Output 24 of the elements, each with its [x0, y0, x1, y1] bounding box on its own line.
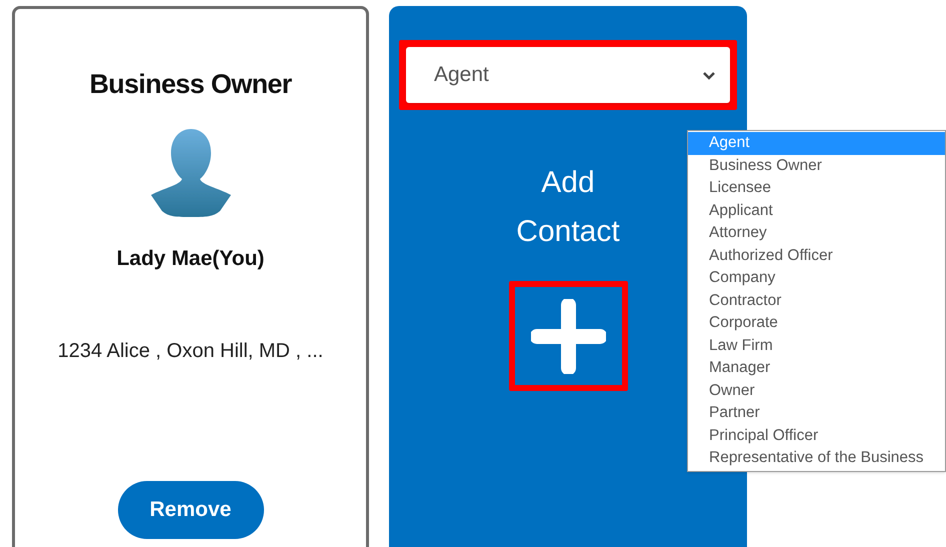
dropdown-option[interactable]: Manager: [688, 357, 945, 380]
card-title: Business Owner: [89, 68, 292, 101]
dropdown-option[interactable]: Licensee: [688, 177, 945, 200]
remove-button[interactable]: Remove: [118, 481, 264, 539]
plus-icon: [530, 298, 606, 374]
dropdown-option[interactable]: Partner: [688, 402, 945, 424]
dropdown-option[interactable]: Contractor: [688, 290, 945, 312]
dropdown-option[interactable]: Business Owner: [688, 154, 945, 177]
dropdown-option[interactable]: Representative of the Business: [688, 447, 945, 470]
chevron-down-icon: [702, 70, 716, 80]
dropdown-option[interactable]: Principal Officer: [688, 424, 945, 447]
dropdown-option[interactable]: Law Firm: [688, 334, 945, 357]
dropdown-option[interactable]: Owner: [688, 380, 945, 402]
dropdown-option[interactable]: Company: [688, 267, 945, 290]
contact-type-select[interactable]: Agent: [406, 47, 730, 103]
select-value: Agent: [434, 62, 489, 88]
dropdown-option[interactable]: Authorized Officer: [688, 244, 945, 267]
contact-address: 1234 Alice , Oxon Hill, MD , ...: [58, 339, 324, 364]
dropdown-option[interactable]: Attorney: [688, 222, 945, 244]
dropdown-option[interactable]: Applicant: [688, 200, 945, 222]
dropdown-option[interactable]: Corporate: [688, 312, 945, 334]
card-title: Add Contact: [515, 165, 621, 250]
contact-name: Lady Mae(You): [116, 246, 264, 272]
add-button[interactable]: [508, 281, 628, 391]
